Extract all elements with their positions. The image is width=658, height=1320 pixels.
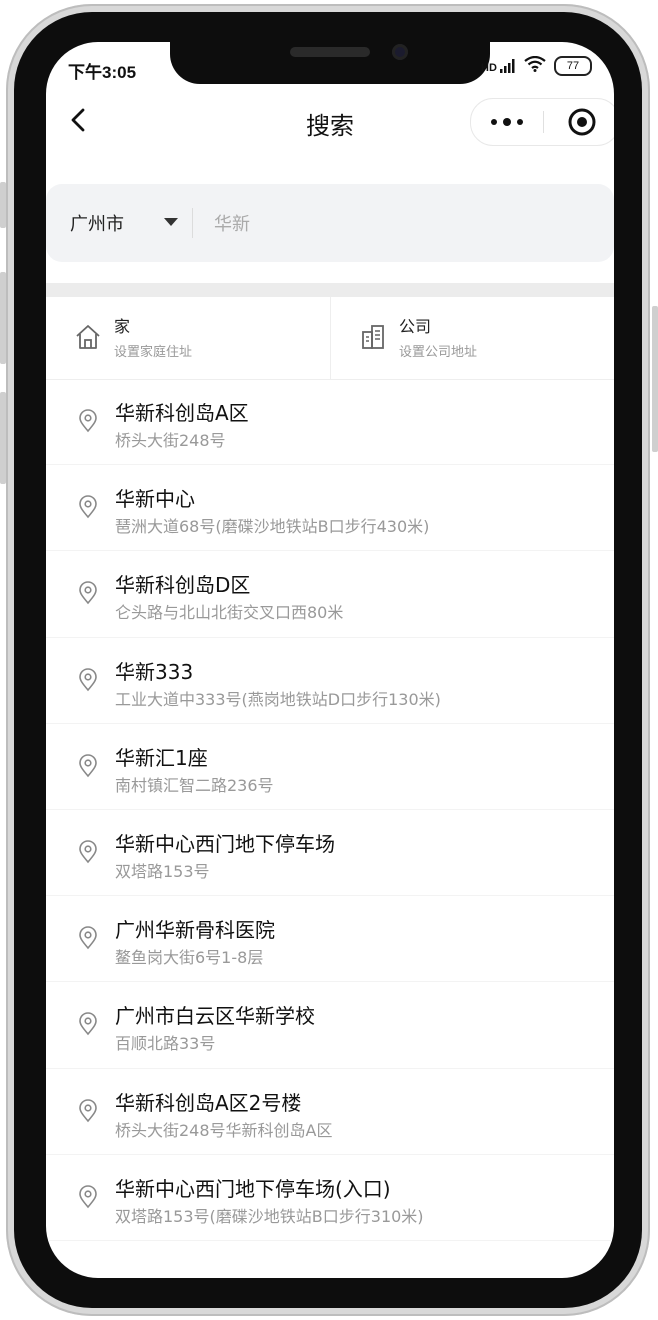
more-dots-icon-center [503, 118, 511, 126]
result-name: 华新333 [115, 659, 194, 684]
location-pin-icon [79, 495, 97, 519]
result-address: 百顺北路33号 [115, 1034, 216, 1054]
location-pin-icon [79, 926, 97, 950]
location-pin-icon [79, 667, 97, 691]
nav-bar: 搜索 [46, 94, 614, 150]
signal-icon: HD [481, 58, 516, 74]
result-address: 鳌鱼岗大街6号1-8层 [115, 948, 264, 968]
result-name: 华新科创岛A区 [115, 401, 249, 425]
result-address: 工业大道中333号(燕岗地铁站D口步行130米) [115, 689, 441, 709]
section-divider [46, 283, 614, 297]
side-button-volume-down [0, 392, 6, 484]
more-button[interactable] [471, 99, 543, 145]
phone-screen: 下午3:05 HD 77 搜索 广州市 华新 家 设置家庭住址 公司 设置公司地… [46, 42, 614, 1278]
search-input[interactable] [212, 204, 596, 244]
notch [170, 42, 490, 84]
wifi-icon [524, 55, 546, 76]
company-title: 公司 [399, 317, 432, 336]
battery-icon: 77 [554, 56, 592, 76]
address-shortcuts: 家 设置家庭住址 公司 设置公司地址 [46, 297, 614, 380]
result-name: 华新中心西门地下停车场 [115, 831, 335, 856]
result-item[interactable]: 华新333 工业大道中333号(燕岗地铁站D口步行130米) [46, 638, 614, 724]
location-pin-icon [79, 581, 97, 605]
result-address: 双塔路153号 [115, 861, 210, 881]
result-item[interactable]: 广州华新骨科医院 鳌鱼岗大街6号1-8层 [46, 896, 614, 983]
result-name: 广州市白云区华新学校 [115, 1004, 315, 1029]
result-address: 桥头大街248号 [115, 431, 226, 450]
company-subtitle: 设置公司地址 [399, 345, 478, 360]
result-item[interactable]: 华新汇1座 南村镇汇智二路236号 [46, 724, 614, 810]
result-address: 桥头大街248号华新科创岛A区 [115, 1120, 333, 1140]
home-subtitle: 设置家庭住址 [114, 345, 193, 360]
result-address: 仑头路与北山北街交叉口西80米 [115, 603, 344, 623]
result-name: 华新中心西门地下停车场(入口) [115, 1176, 391, 1201]
building-icon [362, 325, 384, 349]
more-dots-icon-right [517, 119, 523, 125]
location-pin-icon [79, 754, 97, 777]
side-button-power [652, 306, 658, 452]
location-pin-icon [79, 1098, 97, 1122]
result-address: 双塔路153号(磨碟沙地铁站B口步行310米) [115, 1206, 424, 1226]
result-item[interactable]: 华新中心 琶洲大道68号(磨碟沙地铁站B口步行430米) [46, 465, 614, 552]
location-pin-icon [79, 409, 97, 433]
target-close-icon [568, 108, 595, 136]
side-button-volume-up [0, 272, 6, 364]
status-icons: HD 77 [481, 55, 592, 76]
location-pin-icon [79, 840, 97, 864]
mini-program-capsule [470, 98, 614, 146]
city-selector[interactable]: 广州市 [70, 210, 124, 236]
home-icon [76, 325, 100, 349]
location-pin-icon [79, 1184, 97, 1208]
speaker-grille [290, 47, 370, 57]
company-shortcut[interactable]: 公司 设置公司地址 [330, 297, 614, 379]
caret-down-icon[interactable] [164, 218, 178, 226]
search-results-list: 华新科创岛A区 桥头大街248号 华新中心 琶洲大道68号(磨碟沙地铁站B口步行… [46, 379, 614, 1241]
result-item[interactable]: 华新科创岛A区2号楼 桥头大街248号华新科创岛A区 [46, 1069, 614, 1155]
search-bar: 广州市 [46, 184, 614, 262]
status-time: 下午3:05 [68, 63, 137, 82]
more-dots-icon [491, 119, 497, 125]
result-address: 南村镇汇智二路236号 [115, 775, 274, 795]
result-name: 华新中心 [115, 487, 195, 512]
home-title: 家 [114, 317, 131, 336]
result-item[interactable]: 华新科创岛D区 仑头路与北山北街交叉口西80米 [46, 551, 614, 638]
result-item[interactable]: 广州市白云区华新学校 百顺北路33号 [46, 982, 614, 1069]
result-item[interactable]: 华新科创岛A区 桥头大街248号 [46, 379, 614, 466]
result-name: 华新科创岛D区 [115, 573, 251, 598]
result-item[interactable]: 华新中心西门地下停车场(入口) 双塔路153号(磨碟沙地铁站B口步行310米) [46, 1155, 614, 1241]
search-divider [192, 208, 193, 238]
location-pin-icon [79, 1012, 97, 1036]
side-button-mute [0, 182, 6, 228]
result-name: 华新汇1座 [115, 745, 208, 770]
result-name: 广州华新骨科医院 [115, 918, 275, 943]
close-button[interactable] [544, 99, 614, 145]
front-camera [392, 44, 408, 60]
result-name: 华新科创岛A区2号楼 [115, 1090, 302, 1115]
network-label: HD [481, 61, 497, 74]
result-address: 琶洲大道68号(磨碟沙地铁站B口步行430米) [115, 517, 430, 537]
result-item[interactable]: 华新中心西门地下停车场 双塔路153号 [46, 810, 614, 897]
home-shortcut[interactable]: 家 设置家庭住址 [46, 297, 330, 379]
